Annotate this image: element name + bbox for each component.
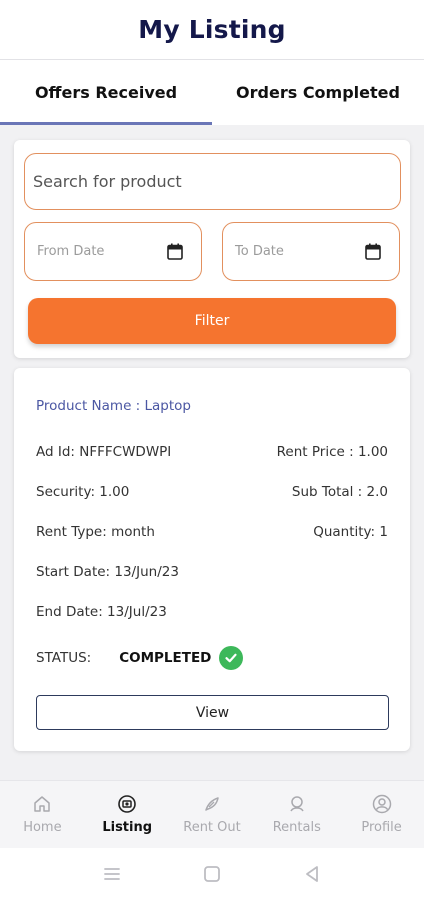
nav-rentals-label: Rentals [272, 820, 321, 835]
home-icon [34, 796, 51, 812]
back-system-button[interactable] [262, 848, 362, 900]
rentals-icon [290, 796, 304, 812]
rent-out-icon [205, 797, 219, 811]
end-date-row: End Date: 13/Jul/23 [36, 604, 388, 620]
security-row: Security: 1.00 Sub Total : 2.0 [36, 484, 388, 500]
page-title: My Listing [138, 15, 286, 44]
nav-home-label: Home [23, 820, 62, 835]
from-date-field[interactable]: From Date [24, 222, 202, 281]
nav-home[interactable]: Home [0, 781, 85, 848]
tab-offers-received[interactable]: Offers Received [0, 60, 212, 125]
rent-price: Rent Price : 1.00 [276, 444, 388, 460]
system-nav-bar [0, 848, 424, 900]
quantity: Quantity: 1 [313, 524, 388, 540]
calendar-icon[interactable] [167, 243, 183, 260]
to-date-field[interactable]: To Date [222, 222, 400, 281]
status-label: STATUS: [36, 650, 92, 666]
security: Security: 1.00 [36, 484, 130, 500]
rent-type-row: Rent Type: month Quantity: 1 [36, 524, 388, 540]
nav-rent-out-label: Rent Out [183, 820, 241, 835]
status-value: COMPLETED [119, 650, 212, 666]
start-date-row: Start Date: 13/Jun/23 [36, 564, 388, 580]
product-name-row: Product Name : Laptop [36, 398, 388, 414]
bottom-nav: Home Listing Rent Out Rentals Profile [0, 780, 424, 848]
calendar-icon[interactable] [365, 243, 381, 260]
square-icon [204, 866, 220, 882]
back-triangle-icon [306, 866, 318, 882]
status-row: STATUS: COMPLETED [36, 646, 388, 670]
order-card: Product Name : Laptop Ad Id: NFFFCWDWPI … [14, 368, 410, 751]
filter-button[interactable]: Filter [28, 298, 396, 344]
listing-icon [118, 795, 136, 813]
nav-rent-out[interactable]: Rent Out [170, 781, 255, 848]
product-name: Product Name : Laptop [36, 398, 191, 414]
tab-orders-completed[interactable]: Orders Completed [212, 60, 424, 125]
menu-lines-icon [104, 868, 120, 880]
app-header: My Listing [0, 0, 424, 60]
rent-type: Rent Type: month [36, 524, 155, 540]
nav-profile[interactable]: Profile [339, 781, 424, 848]
to-date-placeholder: To Date [235, 244, 284, 259]
ad-id: Ad Id: NFFFCWDWPI [36, 444, 172, 460]
home-system-button[interactable] [162, 848, 262, 900]
sub-total: Sub Total : 2.0 [291, 484, 388, 500]
end-date: End Date: 13/Jul/23 [36, 604, 167, 620]
from-date-placeholder: From Date [37, 244, 105, 259]
nav-listing-label: Listing [102, 820, 153, 835]
search-input[interactable]: Search for product [24, 153, 401, 210]
profile-icon [372, 794, 391, 814]
nav-rentals[interactable]: Rentals [254, 781, 339, 848]
view-button[interactable]: View [36, 695, 389, 730]
ad-id-row: Ad Id: NFFFCWDWPI Rent Price : 1.00 [36, 444, 388, 460]
check-circle-icon [219, 646, 244, 670]
filter-card: Search for product From Date To Date Fil… [14, 140, 410, 358]
nav-profile-label: Profile [361, 820, 402, 835]
recent-apps-button[interactable] [62, 848, 162, 900]
nav-listing[interactable]: Listing [85, 781, 170, 848]
tab-bar: Offers Received Orders Completed [0, 60, 424, 125]
start-date: Start Date: 13/Jun/23 [36, 564, 179, 580]
